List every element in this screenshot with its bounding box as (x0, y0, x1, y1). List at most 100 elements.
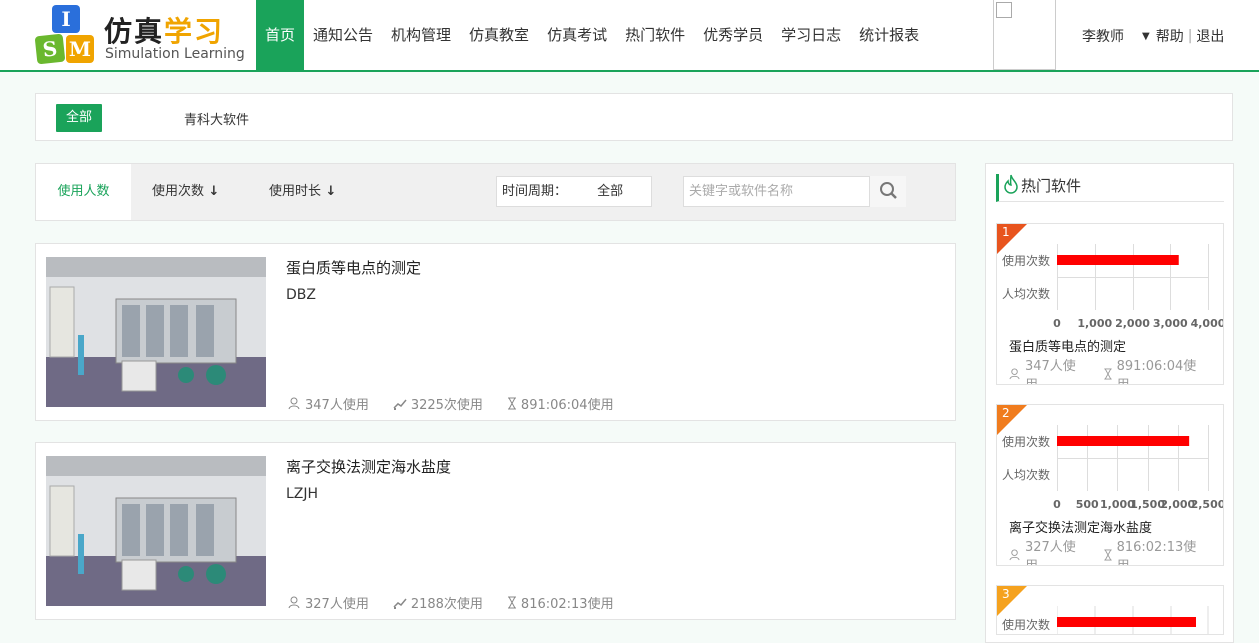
nav-home[interactable]: 首页 (256, 0, 305, 70)
software-thumbnail[interactable] (46, 257, 266, 407)
trend-icon (393, 399, 407, 410)
sort-by-users-tab[interactable]: 使用人数 (36, 164, 131, 220)
rank-number: 2 (1002, 406, 1010, 420)
tick-label: 3,000 (1152, 317, 1188, 330)
nav-top-students[interactable]: 优秀学员 (694, 0, 772, 70)
software-card[interactable]: 离子交换法测定海水盐度 LZJH 327人使用 2188次使用 816:02:1… (35, 442, 956, 620)
software-name[interactable]: 蛋白质等电点的测定 (286, 257, 421, 278)
duration-stat: 816:02:13使用 (1103, 536, 1209, 565)
usage-count: 2188次使用 (410, 597, 483, 612)
usage-stat: 2188次使用 (393, 593, 483, 612)
filter-all-button[interactable]: 全部 (56, 104, 102, 132)
logo-tile-m: M (66, 35, 94, 63)
nav-reports[interactable]: 统计报表 (850, 0, 928, 70)
lab-scene-image (46, 257, 266, 407)
axis-label: 使用次数 (1002, 435, 1051, 449)
duration-stat: 891:06:04使用 (1103, 355, 1209, 384)
logo-tile-s: S (34, 33, 66, 65)
users-stat: 327人使用 (288, 593, 369, 612)
sort-by-count-tab[interactable]: 使用次数 ↓ (152, 164, 219, 220)
broken-image-icon (996, 2, 1012, 18)
hourglass-icon (1103, 368, 1112, 380)
axis-label: 人均次数 (1002, 468, 1051, 482)
search-placeholder: 关键字或软件名称 (689, 184, 794, 199)
lab-scene-image (46, 456, 266, 606)
logo-tile-i: I (52, 5, 80, 33)
hot-card[interactable]: 3 使用次数 (996, 585, 1224, 635)
software-code: LZJH (286, 486, 319, 502)
category-filter: 全部 青科大软件 (35, 93, 1233, 141)
sort-by-duration-label: 使用时长 (269, 184, 322, 199)
duration-value: 816:02:13使用 (1116, 540, 1197, 565)
user-menu: 李教师 ▼ 帮助 | 退出 (1082, 26, 1224, 46)
arrow-down-icon: ↓ (204, 184, 220, 199)
duration-value: 891:06:04使用 (1116, 359, 1197, 384)
tick-label: 2,500 (1190, 498, 1224, 511)
hot-software-panel: 热门软件 1 使用次数 人均次数 0 1,000 2,000 3,000 4,000 蛋… (985, 163, 1234, 643)
period-label: 时间周期： (502, 184, 568, 199)
axis-label: 使用次数 (1002, 254, 1051, 268)
users-count: 327人使用 (1024, 540, 1076, 565)
sort-bar: 使用人数 使用次数 ↓ 使用时长 ↓ 时间周期： 全部 关键字或软件名称 (35, 163, 956, 221)
users-count: 327人使用 (305, 597, 369, 612)
software-name[interactable]: 离子交换法测定海水盐度 (286, 456, 451, 477)
user-icon (288, 397, 300, 410)
usage-bar (1057, 255, 1179, 265)
sort-by-duration-tab[interactable]: 使用时长 ↓ (269, 164, 336, 220)
nav-study-log[interactable]: 学习日志 (772, 0, 850, 70)
nav-org-management[interactable]: 机构管理 (382, 0, 460, 70)
caret-down-icon[interactable]: ▼ (1142, 31, 1150, 42)
users-count: 347人使用 (1024, 359, 1076, 384)
site-subtitle: Simulation Learning (105, 46, 245, 62)
panel-title: 热门软件 (996, 174, 1224, 202)
user-icon (1009, 549, 1020, 561)
hot-software-name[interactable]: 离子交换法测定海水盐度 (1009, 517, 1152, 536)
duration-stat: 816:02:13使用 (507, 593, 614, 612)
logo[interactable]: I S M (34, 5, 96, 67)
help-link[interactable]: 帮助 (1156, 26, 1184, 46)
nav-sim-classroom[interactable]: 仿真教室 (460, 0, 538, 70)
hot-software-stats: 327人使用 816:02:13使用 (1009, 536, 1223, 565)
duration-stat: 891:06:04使用 (507, 394, 614, 413)
software-card[interactable]: 蛋白质等电点的测定 DBZ 347人使用 3225次使用 891:06:04使用 (35, 243, 956, 421)
software-thumbnail[interactable] (46, 456, 266, 606)
users-stat: 327人使用 (1009, 536, 1089, 565)
users-count: 347人使用 (305, 398, 369, 413)
rank-number: 1 (1002, 225, 1010, 239)
arrow-down-icon: ↓ (321, 184, 337, 199)
divider: | (1187, 28, 1193, 44)
axis-label: 人均次数 (1002, 287, 1051, 301)
hourglass-icon (1103, 549, 1112, 561)
tick-label: 0 (1053, 498, 1061, 511)
duration-value: 891:06:04使用 (520, 398, 614, 413)
period-select[interactable]: 时间周期： 全部 (496, 176, 652, 207)
site-title: 仿真学习 (104, 10, 224, 50)
hot-card[interactable]: 2 使用次数 人均次数 0 500 1,000 1,500 2,000 2,500 离子交… (996, 404, 1224, 566)
hot-card[interactable]: 1 使用次数 人均次数 0 1,000 2,000 3,000 4,000 蛋白质等电点… (996, 223, 1224, 385)
software-stats: 347人使用 3225次使用 891:06:04使用 (288, 394, 638, 413)
filter-category-link[interactable]: 青科大软件 (184, 109, 249, 128)
logout-link[interactable]: 退出 (1196, 26, 1224, 46)
nav-hot-software[interactable]: 热门软件 (616, 0, 694, 70)
rank-number: 3 (1002, 587, 1010, 601)
site-title-part1: 仿真 (104, 15, 165, 48)
usage-chart (1057, 606, 1209, 634)
usage-chart (1057, 244, 1209, 310)
users-stat: 347人使用 (288, 394, 369, 413)
hourglass-icon (507, 596, 516, 609)
tick-label: 4,000 (1190, 317, 1224, 330)
nav-notices[interactable]: 通知公告 (304, 0, 382, 70)
usage-bar (1057, 436, 1190, 446)
trend-icon (393, 598, 407, 609)
avatar[interactable] (993, 0, 1056, 70)
tick-label: 1,000 (1077, 317, 1113, 330)
nav-sim-exam[interactable]: 仿真考试 (538, 0, 616, 70)
user-name[interactable]: 李教师 (1082, 26, 1124, 46)
duration-value: 816:02:13使用 (520, 597, 614, 612)
search-button[interactable] (869, 176, 906, 207)
tick-label: 500 (1075, 498, 1099, 511)
hot-software-name[interactable]: 蛋白质等电点的测定 (1009, 336, 1126, 355)
usage-stat: 3225次使用 (393, 394, 483, 413)
software-stats: 327人使用 2188次使用 816:02:13使用 (288, 593, 638, 612)
usage-bar (1057, 617, 1196, 627)
